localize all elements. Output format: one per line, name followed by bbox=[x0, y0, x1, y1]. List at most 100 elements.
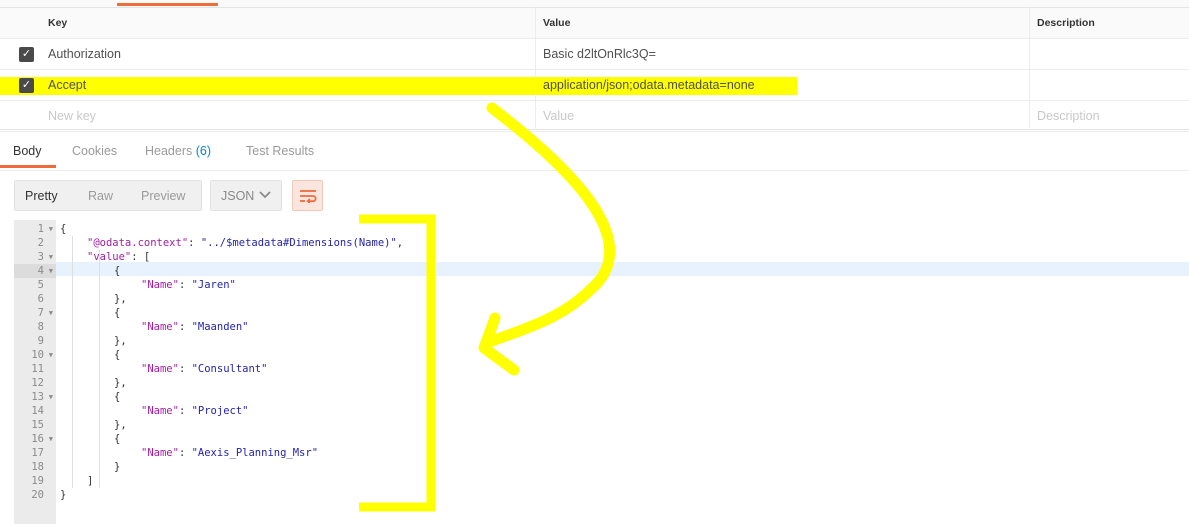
line-number: 11 bbox=[14, 362, 56, 376]
new-value-input[interactable]: Value bbox=[543, 101, 574, 131]
fold-toggle-icon[interactable]: ▼ bbox=[49, 250, 53, 264]
chevron-down-icon bbox=[259, 191, 271, 199]
code-line: "Name": "Project" bbox=[141, 404, 249, 418]
code-line: { bbox=[114, 432, 120, 446]
line-number-text: 12 bbox=[31, 377, 44, 389]
line-number: 17 bbox=[14, 446, 56, 460]
json-punctuation: { bbox=[114, 433, 121, 445]
line-number-text: 9 bbox=[37, 335, 44, 347]
json-punctuation: }, bbox=[114, 335, 127, 347]
active-tab-underline bbox=[0, 165, 56, 168]
active-line-highlight bbox=[56, 262, 1189, 276]
view-pretty-button[interactable]: Pretty bbox=[25, 189, 58, 203]
line-number: 12 bbox=[14, 376, 56, 390]
code-line: { bbox=[114, 348, 120, 362]
header-value[interactable]: Basic d2ltOnRlc3Q= bbox=[543, 39, 656, 69]
json-punctuation: { bbox=[114, 391, 121, 403]
response-body-editor[interactable]: 1 ▼ 2 3 ▼ 4 ▼ 5 6 7 ▼ 8 9 10 ▼ 11 12 13 ▼ 14 15 16 ▼ 17 18 19 20 {… bbox=[14, 220, 1189, 524]
header-enabled-checkbox[interactable]: ✓ bbox=[19, 47, 34, 62]
code-line: } bbox=[60, 488, 66, 502]
code-line: "value": [ bbox=[87, 250, 150, 264]
tab-body[interactable]: Body bbox=[13, 144, 42, 158]
headers-table-head: Key Value Description bbox=[0, 7, 1189, 39]
json-string: "../$metadata#Dimensions(Name)" bbox=[200, 237, 397, 249]
json-punctuation: { bbox=[114, 349, 121, 361]
view-preview-button[interactable]: Preview bbox=[141, 189, 185, 203]
json-punctuation: }, bbox=[114, 293, 127, 305]
fold-toggle-icon[interactable]: ▼ bbox=[49, 348, 53, 362]
json-punctuation: : bbox=[178, 321, 192, 333]
indent-guide bbox=[99, 250, 100, 488]
line-number-text: 16 bbox=[31, 433, 44, 445]
line-number-text: 3 bbox=[37, 251, 44, 263]
line-number: 1 ▼ bbox=[14, 222, 56, 236]
header-key[interactable]: Accept bbox=[48, 70, 86, 100]
json-string: "Consultant" bbox=[191, 363, 268, 375]
line-number: 6 bbox=[14, 292, 56, 306]
fold-toggle-icon[interactable]: ▼ bbox=[49, 306, 53, 320]
view-raw-button[interactable]: Raw bbox=[88, 189, 113, 203]
code-line: }, bbox=[114, 376, 127, 390]
line-number-text: 8 bbox=[37, 321, 44, 333]
json-punctuation: : bbox=[178, 279, 192, 291]
code-line: }, bbox=[114, 418, 127, 432]
json-punctuation: }, bbox=[114, 377, 127, 389]
code-line: ] bbox=[87, 474, 93, 488]
code-line: } bbox=[114, 460, 120, 474]
header-enabled-checkbox[interactable]: ✓ bbox=[19, 78, 34, 93]
line-number-text: 5 bbox=[37, 279, 44, 291]
line-number: 15 bbox=[14, 418, 56, 432]
json-punctuation: : bbox=[178, 405, 192, 417]
line-number-text: 13 bbox=[31, 391, 44, 403]
line-number: 10 ▼ bbox=[14, 348, 56, 362]
line-number: 19 bbox=[14, 474, 56, 488]
json-key: "@odata.context" bbox=[87, 237, 189, 249]
column-header-value: Value bbox=[543, 17, 571, 29]
new-key-input[interactable]: New key bbox=[48, 101, 96, 131]
fold-toggle-icon[interactable]: ▼ bbox=[49, 432, 53, 446]
code-line: { bbox=[114, 390, 120, 404]
json-punctuation: : [ bbox=[131, 251, 151, 263]
wrap-lines-icon bbox=[299, 189, 316, 203]
line-number-text: 2 bbox=[37, 237, 44, 249]
line-number: 4 ▼ bbox=[14, 264, 56, 278]
header-row-authorization[interactable]: ✓ Authorization Basic d2ltOnRlc3Q= bbox=[0, 39, 1189, 70]
header-key[interactable]: Authorization bbox=[48, 39, 121, 69]
headers-table: Key Value Description ✓ Authorization Ba… bbox=[0, 7, 1189, 132]
line-number: 13 ▼ bbox=[14, 390, 56, 404]
line-number: 14 bbox=[14, 404, 56, 418]
fold-toggle-icon[interactable]: ▼ bbox=[49, 222, 53, 236]
tab-headers[interactable]: Headers (6) bbox=[145, 144, 211, 158]
json-punctuation: : bbox=[188, 237, 201, 249]
column-header-key: Key bbox=[48, 17, 68, 29]
format-select-value: JSON bbox=[221, 189, 255, 203]
json-key: "value" bbox=[87, 251, 132, 263]
response-tabs: Body Cookies Headers (6) Test Results bbox=[0, 129, 1189, 171]
wrap-lines-button[interactable] bbox=[292, 180, 323, 211]
tab-headers-label: Headers bbox=[145, 144, 193, 158]
column-header-description: Description bbox=[1037, 17, 1095, 29]
code-line: "Name": "Aexis_Planning_Msr" bbox=[141, 446, 318, 460]
json-key: "Name" bbox=[141, 321, 179, 333]
line-number: 2 bbox=[14, 236, 56, 250]
tab-cookies[interactable]: Cookies bbox=[72, 144, 117, 158]
line-number: 3 ▼ bbox=[14, 250, 56, 264]
fold-toggle-icon[interactable]: ▼ bbox=[49, 264, 53, 278]
json-string: "Aexis_Planning_Msr" bbox=[191, 447, 319, 459]
column-divider bbox=[1029, 7, 1030, 128]
line-number-text: 15 bbox=[31, 419, 44, 431]
fold-toggle-icon[interactable]: ▼ bbox=[49, 390, 53, 404]
tab-test-results[interactable]: Test Results bbox=[246, 144, 314, 158]
header-value[interactable]: application/json;odata.metadata=none bbox=[543, 70, 755, 100]
format-select[interactable]: JSON bbox=[210, 180, 282, 211]
json-punctuation: : bbox=[178, 447, 192, 459]
header-row-new[interactable]: New key Value Description bbox=[0, 101, 1189, 132]
code-line: { bbox=[60, 222, 66, 236]
json-key: "Name" bbox=[141, 363, 179, 375]
code-line: "Name": "Jaren" bbox=[141, 278, 236, 292]
header-row-accept[interactable]: ✓ Accept application/json;odata.metadata… bbox=[0, 70, 1189, 101]
json-punctuation: { bbox=[114, 265, 121, 277]
line-number-text: 6 bbox=[37, 293, 44, 305]
line-number-text: 1 bbox=[37, 223, 44, 235]
new-description-input[interactable]: Description bbox=[1037, 101, 1100, 131]
